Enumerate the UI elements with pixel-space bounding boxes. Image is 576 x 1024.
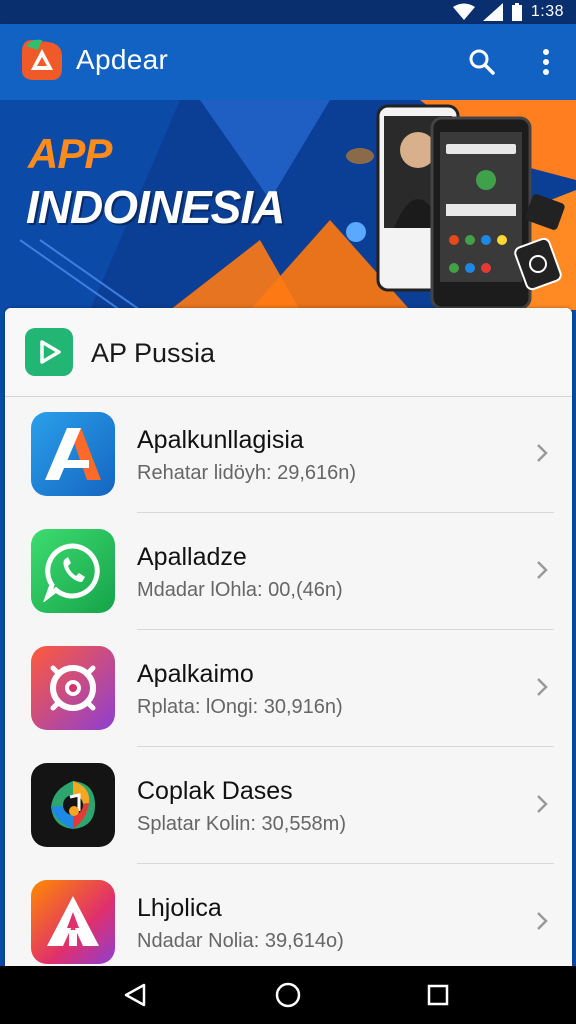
section-title: AP Pussia — [91, 338, 216, 368]
search-button[interactable] — [462, 42, 502, 82]
app-details: Ndadar Nolia: 39,614o) — [137, 930, 344, 952]
app-name: Apalkaimo — [137, 660, 254, 688]
home-circle-icon — [275, 982, 301, 1008]
app-name: Lhjolica — [137, 894, 222, 922]
chevron-right-icon — [537, 561, 548, 579]
app-details: Splatar Kolin: 30,558m) — [137, 813, 347, 835]
more-vert-icon — [543, 49, 549, 75]
app-title: Apdear — [76, 44, 169, 75]
banner-headline: INDOINESIA — [26, 181, 285, 233]
app-list-card: AP Pussia Apalkunllagisia Rehatar lidöyh… — [5, 308, 572, 968]
overflow-menu-button[interactable] — [526, 42, 566, 82]
chevron-right-icon — [537, 912, 548, 930]
target-icon — [31, 646, 115, 730]
recents-square-icon — [427, 984, 449, 1006]
banner-headline-top: APP — [28, 130, 112, 177]
back-button[interactable] — [120, 980, 150, 1010]
list-item[interactable]: Apalladze Mdadar lOhla: 00,(46n) — [5, 513, 572, 630]
list-item[interactable]: Apalkaimo Rplata: lOngi: 30,916n) — [5, 630, 572, 747]
chevron-right-icon — [537, 678, 548, 696]
a-logo-icon — [31, 412, 115, 496]
system-nav-bar — [0, 966, 576, 1024]
app-details: Mdadar lOhla: 00,(46n) — [137, 579, 343, 601]
phone-chat-icon — [31, 529, 115, 613]
search-icon — [469, 49, 495, 75]
battery-icon — [511, 3, 522, 21]
app-name: Coplak Dases — [137, 777, 293, 805]
list-item[interactable]: Lhjolica Ndadar Nolia: 39,614o) — [5, 864, 572, 968]
chevron-right-icon — [537, 444, 548, 462]
promo-banner[interactable]: APP INDOINESIA — [0, 100, 576, 310]
a-outline-icon — [31, 880, 115, 964]
signal-icon — [482, 3, 503, 21]
status-time: 1:38 — [530, 3, 564, 20]
list-item[interactable]: Apalkunllagisia Rehatar lidöyh: 29,616n) — [5, 396, 572, 513]
home-button[interactable] — [273, 980, 303, 1010]
chevron-right-icon — [537, 795, 548, 813]
recents-button[interactable] — [423, 980, 453, 1010]
play-icon — [25, 328, 73, 376]
section-header[interactable]: AP Pussia — [5, 308, 572, 397]
app-logo-icon — [22, 39, 62, 80]
list-item[interactable]: Coplak Dases Splatar Kolin: 30,558m) — [5, 747, 572, 864]
status-bar: 1:38 — [0, 0, 576, 24]
swirl-icon — [31, 763, 115, 847]
app-name: Apalkunllagisia — [137, 426, 304, 454]
status-icons: 1:38 — [452, 2, 564, 22]
wifi-icon — [452, 3, 475, 20]
back-triangle-icon — [124, 983, 146, 1007]
app-name: Apalladze — [137, 543, 247, 571]
app-bar: Apdear — [0, 24, 576, 100]
app-details: Rehatar lidöyh: 29,616n) — [137, 462, 357, 484]
app-details: Rplata: lOngi: 30,916n) — [137, 696, 343, 718]
